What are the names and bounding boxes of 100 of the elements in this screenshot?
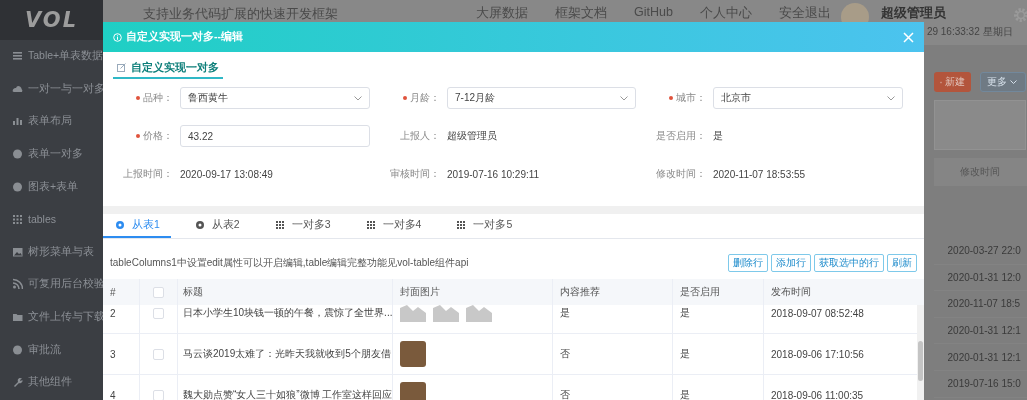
field-value: 2020-11-07 18:53:55 — [713, 168, 806, 180]
select-field[interactable]: 7-12月龄 — [447, 87, 636, 109]
info-icon — [113, 32, 122, 42]
folder-icon — [12, 311, 23, 324]
field-value: 是 — [713, 129, 723, 143]
grid-icon — [12, 213, 23, 226]
table-cell: 2020-11-07 18:5 — [933, 291, 1027, 318]
toolbar-button[interactable]: 添加行 — [771, 253, 811, 272]
field-value: 超级管理员 — [447, 129, 497, 143]
field-label: 是否启用： — [656, 129, 706, 143]
table-cell: 否 — [553, 334, 673, 374]
table-cell: 4 — [103, 375, 140, 400]
column-header: 是否启用 — [673, 279, 764, 305]
tab[interactable]: 一对多5 — [444, 214, 524, 238]
logo: VOL — [24, 8, 79, 32]
field-label: 上报人： — [400, 129, 440, 143]
table-cell: 3 — [103, 334, 140, 374]
field-label: 月龄： — [410, 91, 440, 105]
checkbox[interactable] — [153, 348, 164, 360]
field-value: 2019-07-16 10:29:11 — [447, 168, 540, 180]
sidebar-item[interactable]: 其他组件 — [0, 365, 103, 399]
tab[interactable]: 从表2 — [182, 214, 251, 238]
photo-placeholder — [400, 341, 426, 367]
caret-icon — [1009, 79, 1017, 85]
sidebar-item[interactable]: 审批流 — [0, 333, 103, 366]
sidebar-item[interactable]: 可复用后台校验 — [0, 268, 103, 301]
toolbar-button[interactable]: 获取选中的行 — [814, 253, 884, 272]
sidebar-item[interactable]: Table+单表数据 — [0, 40, 103, 73]
table-cell: 2020-01-31 12:1 — [933, 344, 1027, 371]
edit-icon — [117, 63, 126, 72]
field-label: 审核时间： — [390, 167, 440, 181]
list-icon — [12, 50, 23, 63]
nav-link[interactable]: 框架文档 — [555, 5, 607, 22]
table-cell: 2020-01-31 12:0 — [933, 264, 1027, 292]
table-cell: 2020-01-31 12:1 — [933, 317, 1027, 345]
input-field[interactable]: 43.22 — [180, 125, 370, 147]
table-cell: 是 — [673, 375, 764, 400]
grid-icon — [274, 220, 285, 230]
chevron-down-icon — [620, 95, 628, 101]
table-cell-text: 2018-09-06 11:00:35 — [770, 388, 865, 400]
table-cell-text: 2018-09-06 17:10:56 — [770, 347, 865, 362]
checkbox[interactable] — [153, 286, 164, 298]
field-label: 价格： — [143, 129, 173, 143]
grid-icon — [456, 220, 467, 230]
tab[interactable]: 一对多4 — [353, 214, 433, 238]
close-icon[interactable] — [903, 31, 914, 43]
bar-chart-icon — [12, 115, 23, 128]
sidebar-item[interactable]: tables — [0, 202, 103, 236]
nav-link[interactable]: 安全退出 — [778, 5, 831, 22]
table-cell: 魏大勋点赞“女人三十如狼”微博 工作室这样回应 — [178, 375, 393, 400]
image-placeholder-icon — [400, 305, 426, 322]
toolbar-button[interactable]: 删除行 — [728, 253, 768, 272]
user-name: 超级管理员 — [880, 5, 947, 22]
column-header: 标题 — [178, 279, 393, 305]
scrollbar-thumb[interactable] — [918, 341, 923, 381]
wrench-icon — [12, 376, 23, 389]
nav-link[interactable]: 大屏数据 — [476, 5, 528, 22]
field-label: 品种： — [143, 91, 173, 105]
sidebar-item[interactable]: 图表+表单 — [0, 170, 103, 203]
sidebar-item[interactable]: 表单布局 — [0, 105, 103, 138]
sidebar-item[interactable]: 树形菜单与表 — [0, 235, 103, 269]
field-label: 上报时间： — [123, 167, 173, 181]
checkbox[interactable] — [153, 389, 164, 400]
column-header: 内容推荐 — [553, 279, 673, 305]
field-label: 城市： — [676, 91, 706, 105]
select-field[interactable]: 北京市 — [713, 87, 903, 109]
table-cell: 是 — [673, 334, 764, 374]
table-cell: 2 — [103, 305, 140, 333]
table-cell: 马云谈2019太难了：光昨天我就收到5个朋友借 — [178, 334, 393, 374]
checkbox[interactable] — [153, 307, 164, 319]
dialog-title: 自定义实现一对多--编辑 — [126, 30, 243, 44]
tab[interactable]: 从表1 — [103, 214, 171, 238]
column-header: # — [103, 279, 140, 305]
toolbar-button[interactable]: 刷新 — [887, 253, 917, 272]
section-title: 自定义实现一对多 — [113, 58, 223, 79]
table-cell: 2020-03-27 22:0 — [933, 238, 1027, 265]
app-title: 支持业务代码扩展的快速开发框架 — [143, 5, 338, 23]
field-value: 2020-09-17 13:08:49 — [180, 168, 273, 180]
table-cell: 是 — [553, 305, 673, 333]
select-field[interactable]: 鲁西黄牛 — [180, 87, 370, 109]
nav-link[interactable]: 个人中心 — [699, 5, 752, 22]
image-placeholder-icon — [433, 305, 459, 322]
image-icon — [12, 245, 23, 258]
new-button[interactable]: 新建 — [933, 72, 971, 92]
rss-icon — [12, 278, 23, 291]
table-cell: 2019-07-16 15:0 — [933, 370, 1027, 398]
table-cell: 日本小学生10块钱一顿的午餐，震惊了全世界... — [178, 305, 393, 333]
more-button[interactable]: 更多 — [979, 72, 1026, 92]
circle-icon — [12, 148, 23, 161]
circle-icon — [12, 180, 23, 193]
image-placeholder-icon — [466, 305, 492, 322]
chevron-down-icon — [354, 95, 362, 101]
table-cell: 否 — [553, 375, 673, 400]
grid-icon — [365, 220, 376, 230]
help-text: tableColumns1中设置edit属性可以开启编辑,table编辑完整功能见vol-table组件api — [110, 255, 469, 270]
table-cell-text: 2018-09-07 08:52:48 — [770, 306, 865, 321]
tab[interactable]: 一对多3 — [262, 214, 342, 238]
column-header: 发布时间 — [770, 285, 812, 299]
circle-icon — [12, 343, 23, 356]
nav-link[interactable]: GitHub — [634, 5, 673, 22]
